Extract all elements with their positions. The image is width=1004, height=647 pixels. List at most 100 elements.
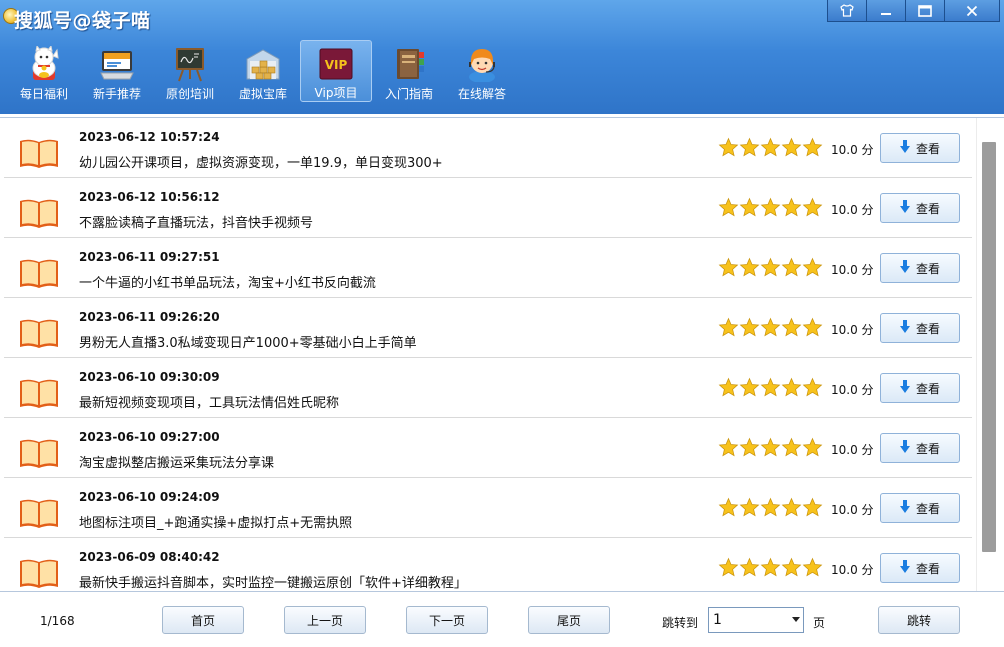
tool-daily-benefits[interactable]: 每日福利	[8, 40, 80, 102]
item-score: 10.0 分	[831, 321, 874, 338]
books-icon	[391, 46, 427, 82]
view-button[interactable]: 查看	[880, 193, 960, 223]
list-item[interactable]: 2023-06-12 10:57:24 幼儿园公开课项目，虚拟资源变现，一单19.…	[4, 118, 972, 178]
item-title: 地图标注项目_+跑通实操+虚拟打点+无需执照	[79, 516, 353, 531]
download-icon	[899, 439, 910, 457]
view-button[interactable]: 查看	[880, 133, 960, 163]
tool-label: 新手推荐	[92, 87, 141, 101]
item-title: 最新快手搬运抖音脚本，实时监控一键搬运原创「软件+详细教程」	[79, 576, 467, 591]
star-icon	[802, 317, 823, 342]
score-value: 10.0	[831, 323, 858, 337]
rating-stars	[718, 317, 823, 342]
list-item[interactable]: 2023-06-11 09:27:51 一个牛逼的小红书单品玩法，淘宝+小红书反向…	[4, 238, 972, 298]
jump-to-label: 跳转到	[662, 616, 699, 630]
tool-label: 入门指南	[384, 87, 433, 101]
view-button[interactable]: 查看	[880, 493, 960, 523]
tool-getting-started[interactable]: 入门指南	[373, 40, 445, 102]
star-icon	[781, 317, 802, 342]
star-icon	[781, 197, 802, 222]
vertical-scrollbar[interactable]	[976, 118, 1004, 591]
view-button-label: 查看	[915, 501, 940, 516]
star-icon	[760, 197, 781, 222]
first-page-button[interactable]: 首页	[162, 606, 244, 634]
tool-original-training[interactable]: 原创培训	[154, 40, 226, 102]
download-icon	[899, 259, 910, 277]
list-item[interactable]: 2023-06-12 10:56:12 不露脸读稿子直播玩法，抖音快手视频号 10.…	[4, 178, 972, 238]
view-button[interactable]: 查看	[880, 553, 960, 583]
view-button-label: 查看	[915, 201, 940, 216]
item-date: 2023-06-10 09:24:09	[79, 490, 220, 504]
last-page-button[interactable]: 尾页	[528, 606, 610, 634]
list-item[interactable]: 2023-06-10 09:30:09 最新短视频变现项目，工具玩法情侣姓氏昵称 1…	[4, 358, 972, 418]
jump-button[interactable]: 跳转	[878, 606, 960, 634]
support-agent-icon	[464, 46, 500, 82]
star-icon	[739, 257, 760, 282]
tool-label: 原创培训	[165, 87, 214, 101]
score-unit: 分	[861, 503, 874, 517]
close-button[interactable]	[944, 0, 1000, 22]
star-icon	[802, 557, 823, 582]
tool-vip-projects[interactable]: VIP Vip项目	[300, 40, 372, 102]
book-icon	[18, 497, 60, 529]
list-item[interactable]: 2023-06-11 09:26:20 男粉无人直播3.0私域变现日产1000+零…	[4, 298, 972, 358]
view-button[interactable]: 查看	[880, 253, 960, 283]
skin-button[interactable]	[827, 0, 867, 22]
book-icon	[18, 257, 60, 289]
rating-stars	[718, 557, 823, 582]
project-list: 2023-06-12 10:57:24 幼儿园公开课项目，虚拟资源变现，一单19.…	[0, 117, 1004, 591]
star-icon	[718, 137, 739, 162]
page-count: 1/168	[40, 614, 75, 628]
view-button[interactable]: 查看	[880, 433, 960, 463]
score-value: 10.0	[831, 563, 858, 577]
view-button-label: 查看	[915, 561, 940, 576]
star-icon	[781, 437, 802, 462]
score-unit: 分	[861, 563, 874, 577]
download-icon	[899, 199, 910, 217]
star-icon	[781, 377, 802, 402]
monitor-icon	[99, 46, 135, 82]
item-date: 2023-06-09 08:40:42	[79, 550, 220, 564]
item-date: 2023-06-12 10:57:24	[79, 130, 220, 144]
rating-stars	[718, 497, 823, 522]
tool-beginner-recommend[interactable]: 新手推荐	[81, 40, 153, 102]
star-icon	[739, 497, 760, 522]
item-score: 10.0 分	[831, 561, 874, 578]
list-item[interactable]: 2023-06-09 08:40:42 最新快手搬运抖音脚本，实时监控一键搬运原创…	[4, 538, 972, 591]
list-item[interactable]: 2023-06-10 09:24:09 地图标注项目_+跑通实操+虚拟打点+无需执…	[4, 478, 972, 538]
page-select[interactable]: 1	[708, 607, 804, 633]
star-icon	[760, 557, 781, 582]
view-button[interactable]: 查看	[880, 373, 960, 403]
maximize-button[interactable]	[905, 0, 945, 22]
star-icon	[739, 137, 760, 162]
tool-online-answers[interactable]: 在线解答	[446, 40, 518, 102]
item-title: 不露脸读稿子直播玩法，抖音快手视频号	[79, 216, 314, 231]
prev-page-button[interactable]: 上一页	[284, 606, 366, 634]
star-icon	[760, 377, 781, 402]
view-button-label: 查看	[915, 321, 940, 336]
view-button-label: 查看	[915, 261, 940, 276]
book-icon	[18, 377, 60, 409]
tool-virtual-vault[interactable]: 虚拟宝库	[227, 40, 299, 102]
minimize-button[interactable]	[866, 0, 906, 22]
main-toolbar: 每日福利 新手推荐 原创培训 虚拟宝库 VIP Vip项目 入门指南 在线解答	[8, 40, 519, 102]
rating-stars	[718, 197, 823, 222]
next-page-button[interactable]: 下一页	[406, 606, 488, 634]
scrollbar-thumb[interactable]	[982, 142, 996, 552]
star-icon	[802, 257, 823, 282]
score-value: 10.0	[831, 263, 858, 277]
list-item[interactable]: 2023-06-10 09:27:00 淘宝虚拟整店搬运采集玩法分享课 10.0 分…	[4, 418, 972, 478]
item-title: 淘宝虚拟整店搬运采集玩法分享课	[79, 456, 275, 471]
item-date: 2023-06-10 09:30:09	[79, 370, 220, 384]
download-icon	[899, 139, 910, 157]
star-icon	[739, 377, 760, 402]
vip-icon: VIP	[318, 47, 354, 81]
item-date: 2023-06-12 10:56:12	[79, 190, 220, 204]
view-button[interactable]: 查看	[880, 313, 960, 343]
rating-stars	[718, 437, 823, 462]
star-icon	[718, 377, 739, 402]
score-value: 10.0	[831, 203, 858, 217]
book-icon	[18, 437, 60, 469]
lucky-cat-icon	[26, 46, 62, 82]
score-unit: 分	[861, 443, 874, 457]
skin-icon	[840, 4, 854, 17]
